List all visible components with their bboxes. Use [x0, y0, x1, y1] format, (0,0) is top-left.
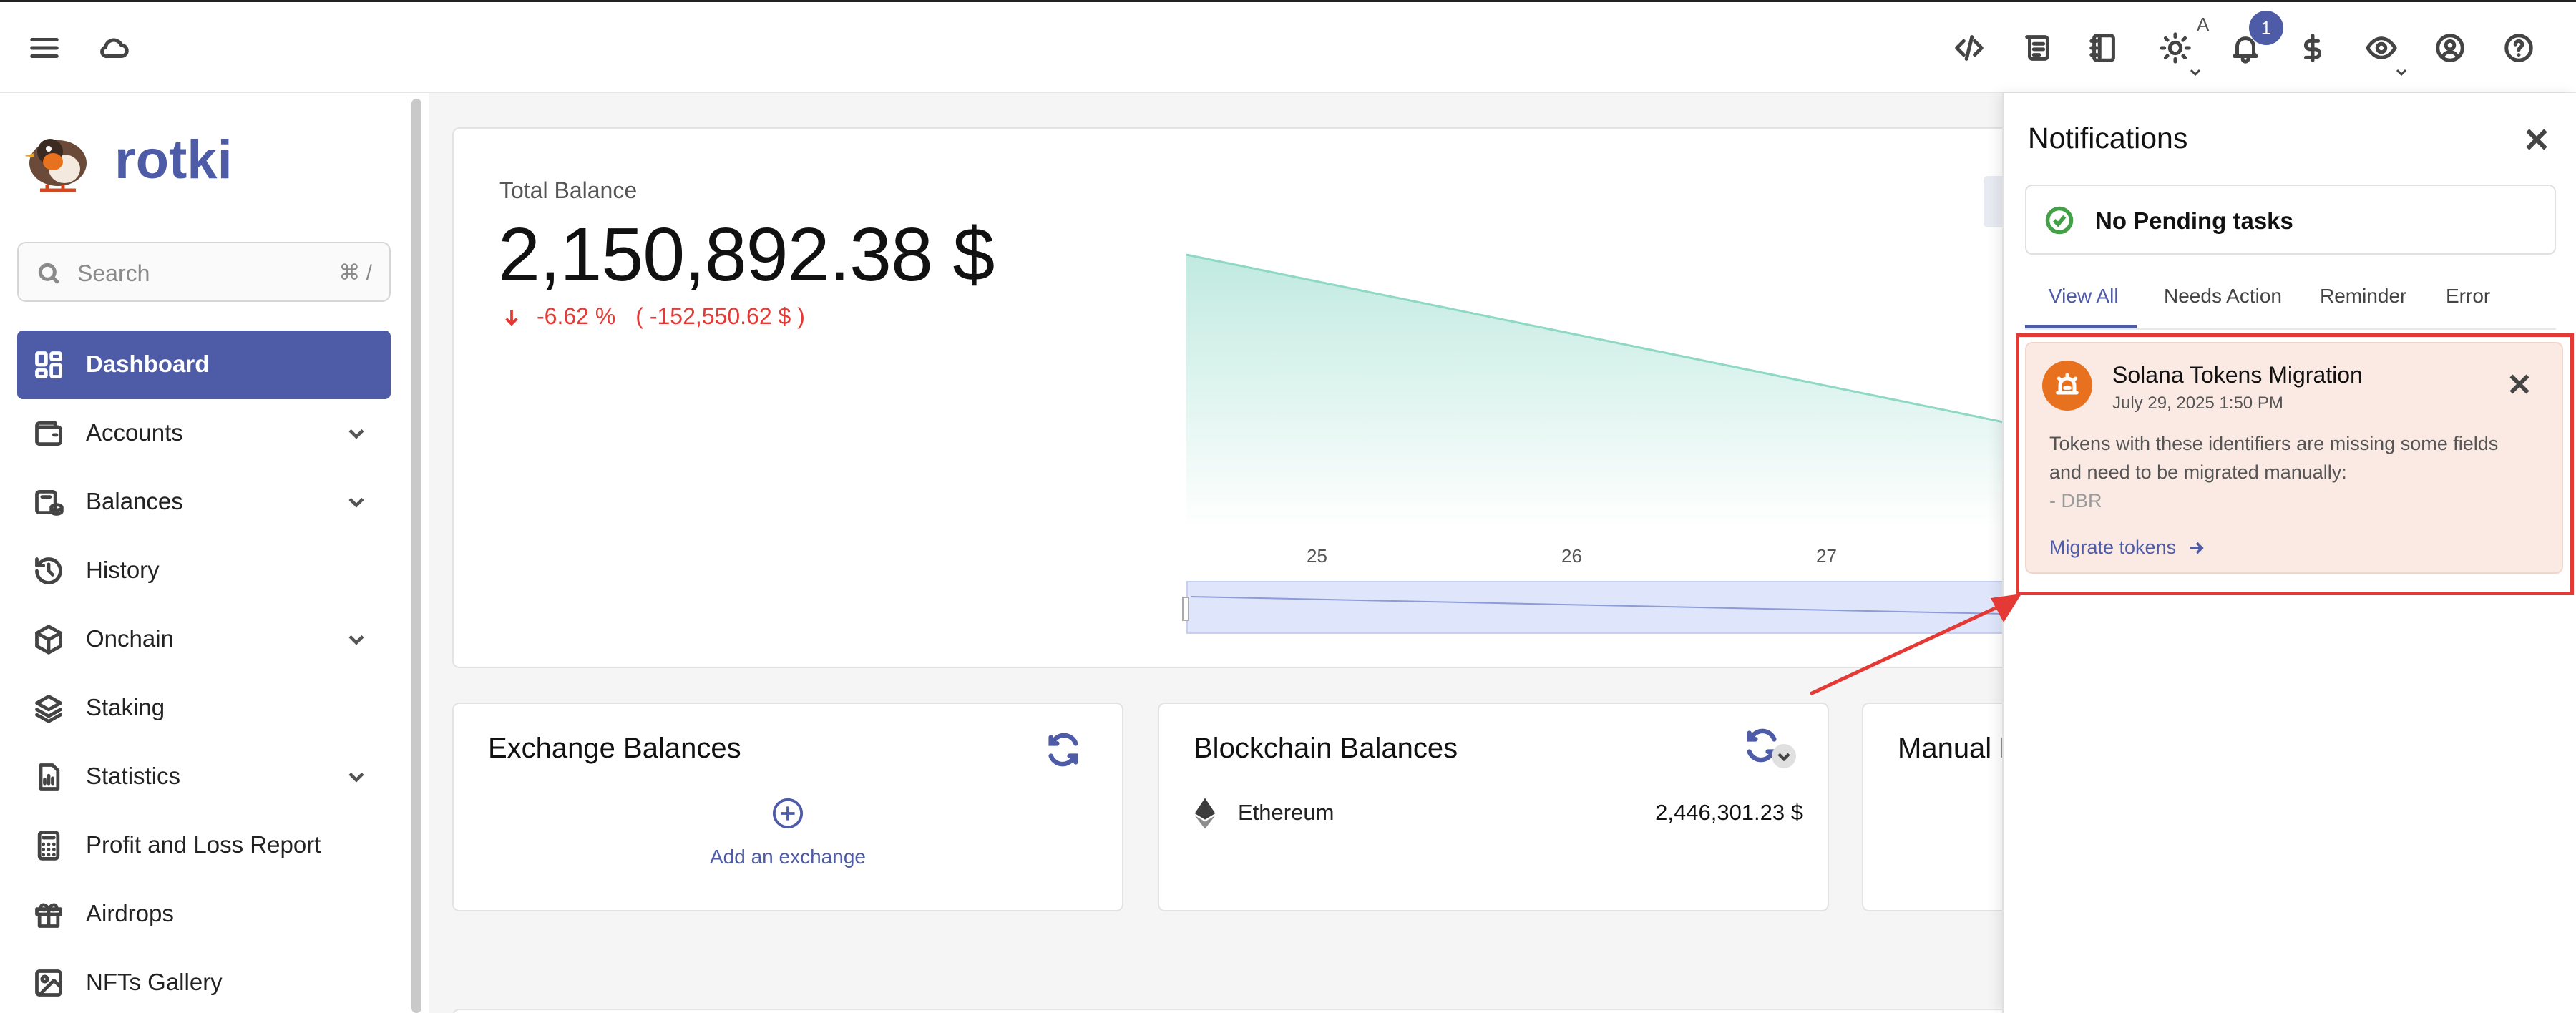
sidebar-item-label: NFTs Gallery: [86, 969, 223, 995]
app-root: A 1 rotki Search ⌘ / Dashboard Accounts …: [0, 0, 2576, 1013]
layers-icon: [33, 693, 64, 724]
ethereum-icon: [1192, 797, 1218, 830]
pending-tasks-box: No Pending tasks: [2025, 185, 2556, 255]
notification-count-badge: 1: [2249, 11, 2283, 45]
exchange-balances-title: Exchange Balances: [488, 733, 741, 764]
statistics-icon: [33, 761, 64, 793]
dashboard-icon: [33, 349, 64, 381]
scroll-icon[interactable]: [2015, 25, 2061, 71]
sidebar-scrollbar[interactable]: [411, 99, 421, 1013]
annotation-arrow: [1809, 594, 2021, 696]
code-icon[interactable]: [1946, 25, 1992, 71]
chevron-down-icon[interactable]: [1772, 744, 1796, 768]
total-balance-value: 2,150,892.38 $: [498, 212, 995, 298]
active-tab-indicator: [2025, 325, 2137, 328]
sidebar-item-statistics[interactable]: Statistics: [17, 743, 391, 811]
search-input[interactable]: Search ⌘ /: [17, 242, 391, 302]
blockchain-name[interactable]: Ethereum: [1238, 800, 1334, 826]
balance-change-percent: -6.62 %: [537, 303, 616, 329]
blockchain-balances-title: Blockchain Balances: [1194, 733, 1458, 764]
balance-chart: [1186, 253, 2004, 529]
search-shortcut: ⌘ /: [338, 261, 372, 285]
chart-area: [1186, 255, 2004, 529]
sidebar-item-label: Staking: [86, 694, 165, 720]
help-icon[interactable]: [2496, 25, 2542, 71]
dollar-icon[interactable]: [2290, 25, 2336, 71]
balance-change: -6.62 % ( -152,550.62 $ ): [501, 303, 805, 330]
check-circle-icon: [2044, 205, 2075, 236]
account-icon[interactable]: [2427, 25, 2473, 71]
add-exchange-link[interactable]: Add an exchange: [710, 846, 866, 868]
refresh-icon[interactable]: [1045, 731, 1082, 768]
chevron-down-icon[interactable]: [2187, 64, 2204, 81]
sidebar-item-label: Dashboard: [86, 351, 210, 377]
arrow-down-icon: [505, 309, 518, 326]
cube-icon: [33, 624, 64, 655]
x-axis-tick: 27: [1816, 545, 1837, 567]
calculator-icon: [33, 830, 64, 861]
chevron-down-icon: [343, 627, 369, 652]
highlight-box: [2016, 333, 2574, 595]
sidebar-item-label: Profit and Loss Report: [86, 831, 321, 858]
x-axis-tick: 26: [1561, 545, 1582, 567]
total-balance-currency: $: [952, 212, 995, 297]
sidebar-item-label: Onchain: [86, 625, 174, 652]
next-card: [452, 1009, 2041, 1013]
sidebar-item-onchain[interactable]: Onchain: [17, 605, 391, 674]
sidebar-item-profit-and-loss[interactable]: Profit and Loss Report: [17, 811, 391, 880]
total-balance-amount: 2,150,892.38: [498, 212, 933, 297]
cloud-icon[interactable]: [92, 25, 137, 71]
close-icon[interactable]: [2519, 122, 2555, 157]
gift-icon: [33, 899, 64, 930]
tab-view-all[interactable]: View All: [2049, 285, 2119, 308]
chevron-down-icon[interactable]: [2393, 64, 2410, 81]
sidebar-item-nfts-gallery[interactable]: NFTs Gallery: [17, 949, 391, 1013]
notifications-title: Notifications: [2028, 122, 2188, 155]
app-logo-text: rotki: [114, 129, 233, 190]
tabs-divider: [2025, 328, 2556, 330]
pending-tasks-text: No Pending tasks: [2095, 207, 2293, 234]
search-placeholder: Search: [77, 260, 150, 286]
theme-mode-label: A: [2197, 14, 2210, 35]
blockchain-value: 2,446,301.23 $: [1655, 800, 1803, 825]
sidebar-item-label: Balances: [86, 488, 183, 514]
hamburger-menu-icon[interactable]: [21, 25, 67, 71]
sidebar-item-history[interactable]: History: [17, 537, 391, 605]
sidebar-item-label: History: [86, 557, 160, 583]
x-axis-tick: 25: [1307, 545, 1327, 567]
sidebar-item-balances[interactable]: Balances: [17, 468, 391, 537]
history-icon: [33, 555, 64, 587]
balance-change-value: ( -152,550.62 $ ): [635, 303, 805, 329]
sidebar-item-staking[interactable]: Staking: [17, 674, 391, 743]
chevron-down-icon: [343, 764, 369, 790]
search-icon: [34, 259, 63, 288]
tab-error[interactable]: Error: [2446, 285, 2490, 308]
image-icon: [33, 967, 64, 999]
add-circle-icon[interactable]: [771, 797, 804, 830]
sidebar-item-label: Statistics: [86, 763, 181, 789]
chevron-down-icon: [343, 421, 369, 446]
range-slider-handle[interactable]: [1182, 597, 1189, 621]
manual-balances-title: Manual B: [1898, 733, 2019, 764]
total-balance-label: Total Balance: [499, 177, 638, 203]
wallet-icon: [33, 418, 64, 449]
sidebar-item-airdrops[interactable]: Airdrops: [17, 880, 391, 949]
sidebar-item-accounts[interactable]: Accounts: [17, 399, 391, 468]
tab-reminder[interactable]: Reminder: [2320, 285, 2406, 308]
chevron-down-icon: [343, 489, 369, 515]
sidebar-item-label: Accounts: [86, 419, 183, 446]
notebook-icon[interactable]: [2081, 25, 2127, 71]
tab-needs-action[interactable]: Needs Action: [2164, 285, 2282, 308]
top-app-bar: A 1: [0, 0, 2576, 93]
sidebar-item-dashboard[interactable]: Dashboard: [17, 331, 391, 399]
balances-icon: [33, 486, 64, 518]
rotki-logo: [19, 122, 97, 200]
sidebar-item-label: Airdrops: [86, 900, 174, 926]
